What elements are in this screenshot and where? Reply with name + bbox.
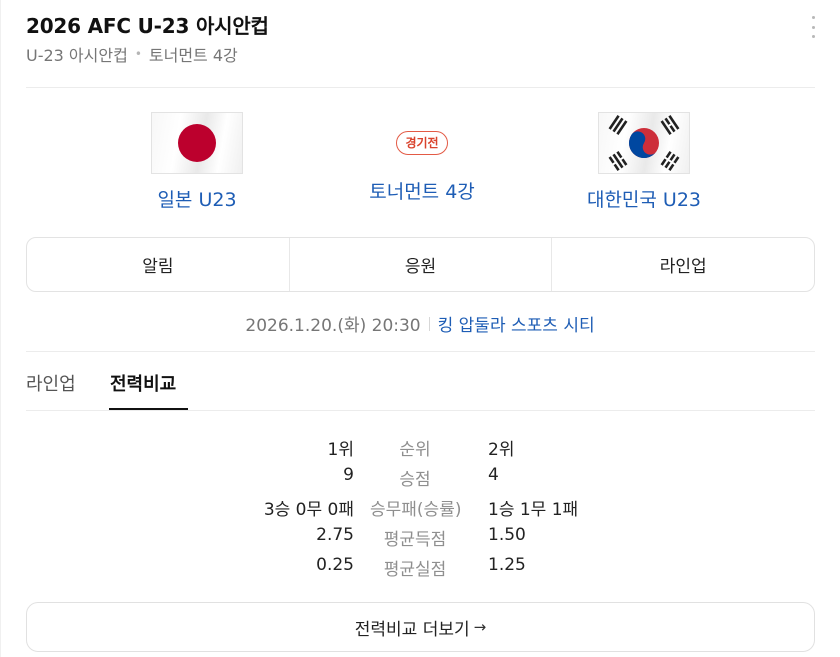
alarm-button[interactable]: 알림 <box>27 238 289 291</box>
stat-row: 9 승점 4 <box>0 463 840 493</box>
korea-flag-icon <box>598 112 690 174</box>
comparison-more-button[interactable]: 전력비교 더보기 → <box>26 602 815 652</box>
away-team[interactable]: 대한민국 U23 <box>544 112 744 212</box>
page-title: 2026 AFC U-23 아시안컵 <box>26 14 269 38</box>
home-team-name[interactable]: 일본 U23 <box>157 185 236 212</box>
match-venue[interactable]: 킹 압둘라 스포츠 시티 <box>438 311 595 336</box>
match-datetime: 2026.1.20.(화) 20:30 <box>245 316 421 336</box>
match-info: 2026.1.20.(화) 20:30 킹 압둘라 스포츠 시티 <box>0 311 840 336</box>
lineup-button[interactable]: 라인업 <box>552 238 814 291</box>
more-options-icon[interactable] <box>808 16 818 38</box>
arrow-right-icon: → <box>473 618 487 636</box>
breadcrumb-separator: • <box>134 47 142 61</box>
stat-label: 평균실점 <box>383 560 447 580</box>
away-team-name[interactable]: 대한민국 U23 <box>587 185 701 212</box>
status-badge: 경기전 <box>396 131 448 155</box>
away-stat-value: 1승 1무 1패 <box>488 500 579 520</box>
cheer-button[interactable]: 응원 <box>290 238 552 291</box>
match-center: 경기전 토너먼트 4강 <box>322 131 522 204</box>
breadcrumb-competition[interactable]: U-23 아시안컵 <box>26 42 128 66</box>
match-round[interactable]: 토너먼트 4강 <box>369 177 475 204</box>
home-stat-value: 1위 <box>327 440 354 460</box>
stat-row: 2.75 평균득점 1.50 <box>0 523 840 553</box>
action-bar: 알림 응원 라인업 <box>26 237 815 292</box>
japan-flag-icon <box>151 112 243 174</box>
tab-comparison[interactable]: 전력비교 <box>110 370 176 396</box>
stat-label: 순위 <box>399 440 431 460</box>
home-stat-value: 3승 0무 0패 <box>263 500 354 520</box>
away-stat-value: 1.50 <box>488 525 526 545</box>
comparison-table: 1위 순위 2위 9 승점 4 3승 0무 0패 승무패(승률) 1승 1무 1… <box>0 433 840 583</box>
stat-row: 1위 순위 2위 <box>0 433 840 463</box>
away-stat-value: 1.25 <box>488 555 526 575</box>
away-stat-value: 2위 <box>488 440 515 460</box>
breadcrumb-round[interactable]: 토너먼트 4강 <box>149 42 238 66</box>
stat-label: 승무패(승률) <box>370 500 462 520</box>
away-stat-value: 4 <box>488 465 499 485</box>
home-stat-value: 0.25 <box>316 555 354 575</box>
home-stat-value: 2.75 <box>316 525 354 545</box>
info-separator <box>428 316 430 331</box>
stat-label: 평균득점 <box>383 530 447 550</box>
stat-label: 승점 <box>399 470 431 490</box>
tab-lineup[interactable]: 라인업 <box>26 370 76 396</box>
divider <box>26 87 815 88</box>
stat-row: 3승 0무 0패 승무패(승률) 1승 1무 1패 <box>0 493 840 523</box>
tab-divider <box>26 410 815 411</box>
stat-row: 0.25 평균실점 1.25 <box>0 553 840 583</box>
more-button-label: 전력비교 더보기 <box>354 619 470 640</box>
home-stat-value: 9 <box>343 465 354 485</box>
match-card: 2026 AFC U-23 아시안컵 U-23 아시안컵 • 토너먼트 4강 일… <box>0 0 840 657</box>
divider <box>26 351 815 352</box>
breadcrumb: U-23 아시안컵 • 토너먼트 4강 <box>26 42 238 66</box>
home-team[interactable]: 일본 U23 <box>97 112 297 212</box>
